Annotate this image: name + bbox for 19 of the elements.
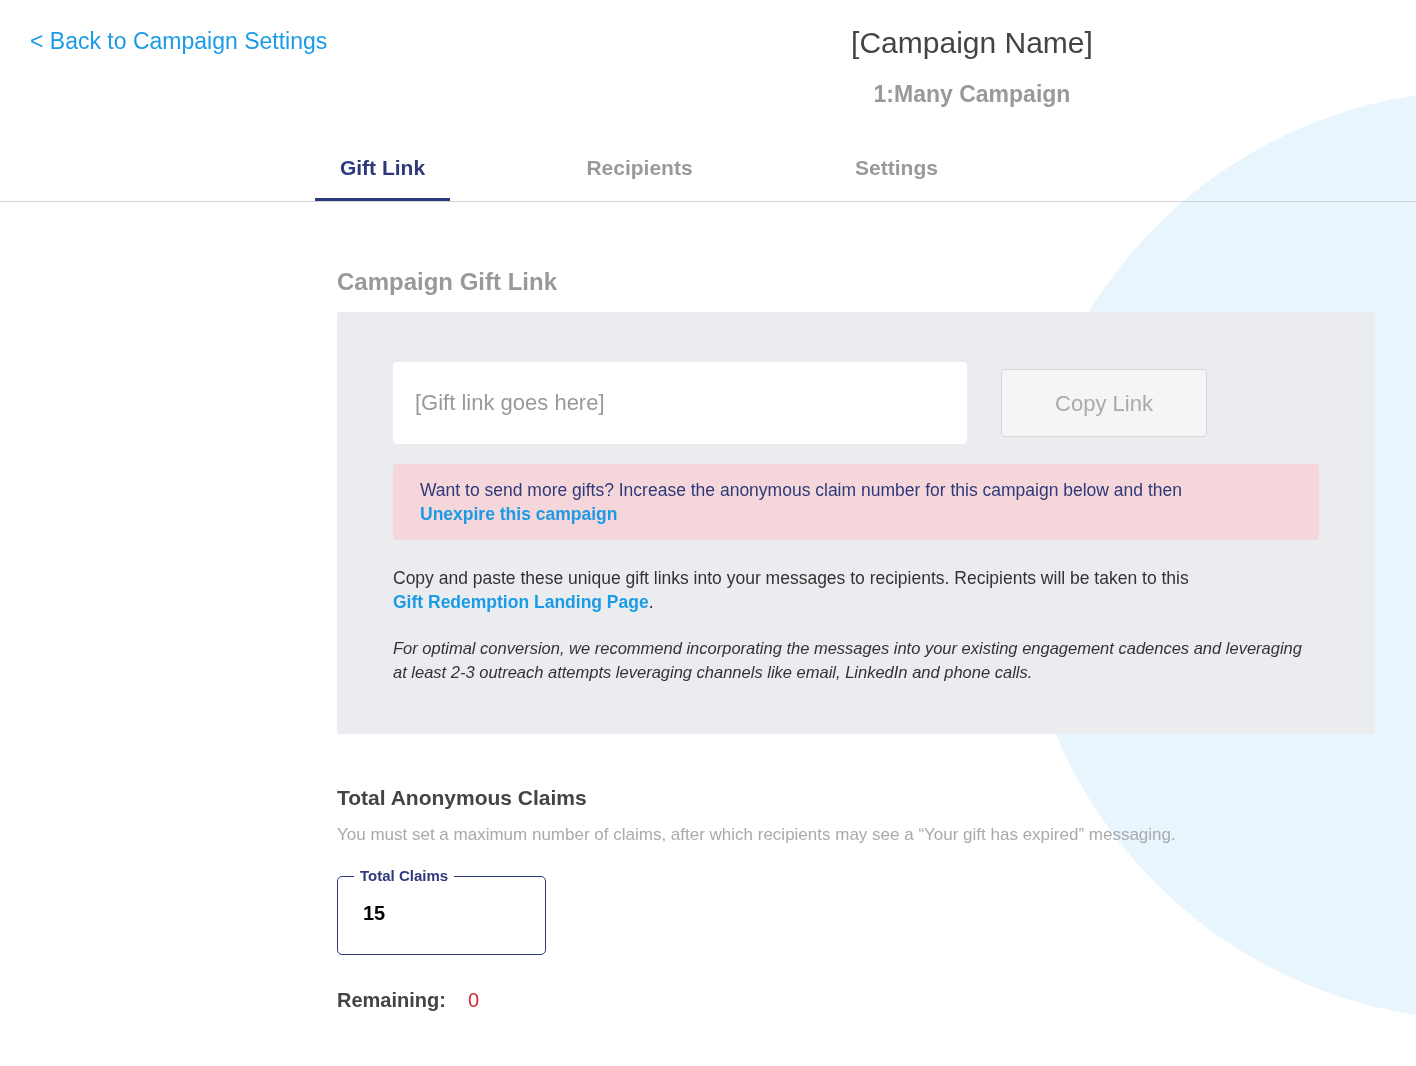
field-value: 15 <box>362 900 387 926</box>
landing-page-link[interactable]: Gift Redemption Landing Page <box>393 592 649 612</box>
campaign-title: [Campaign Name] <box>851 25 1093 61</box>
unexpire-link[interactable]: Unexpire this campaign <box>420 504 618 524</box>
remaining-label: Remaining: <box>337 988 446 1013</box>
tab[interactable]: Recipients <box>572 137 707 201</box>
claims-description: You must set a maximum number of claims, after which recipients may see a “Your gift has expired” messaging. <box>337 823 1177 846</box>
back-link[interactable]: < Back to Campaign Settings <box>30 28 328 54</box>
claims-heading: Total Anonymous Claims <box>337 785 588 811</box>
tab[interactable]: Gift Link <box>315 137 450 201</box>
tab[interactable]: Settings <box>829 137 964 201</box>
section-heading: Campaign Gift Link <box>337 267 558 297</box>
remaining-count: 0 <box>467 988 480 1013</box>
campaign-subtitle: 1:Many Campaign <box>873 80 1071 109</box>
notice-text: Want to send more gifts? Increase the anonymous claim number for this campaign below and then Unexpire this campaign <box>420 479 1183 526</box>
tip-text: For optimal conversion, we recommend incorporating the messages into your existing engagement cadences and leveraging at least 2-3 outreach attempts leveraging channels like email, LinkedIn and phone calls. <box>393 638 1303 683</box>
field-label: Total Claims <box>359 866 450 886</box>
gift-link-field[interactable]: [Gift link goes here] <box>393 362 967 444</box>
instructions-text: Copy and paste these unique gift links into your messages to recipients. Recipients will be taken to this Gift Redemption Landing Page. <box>393 567 1190 614</box>
